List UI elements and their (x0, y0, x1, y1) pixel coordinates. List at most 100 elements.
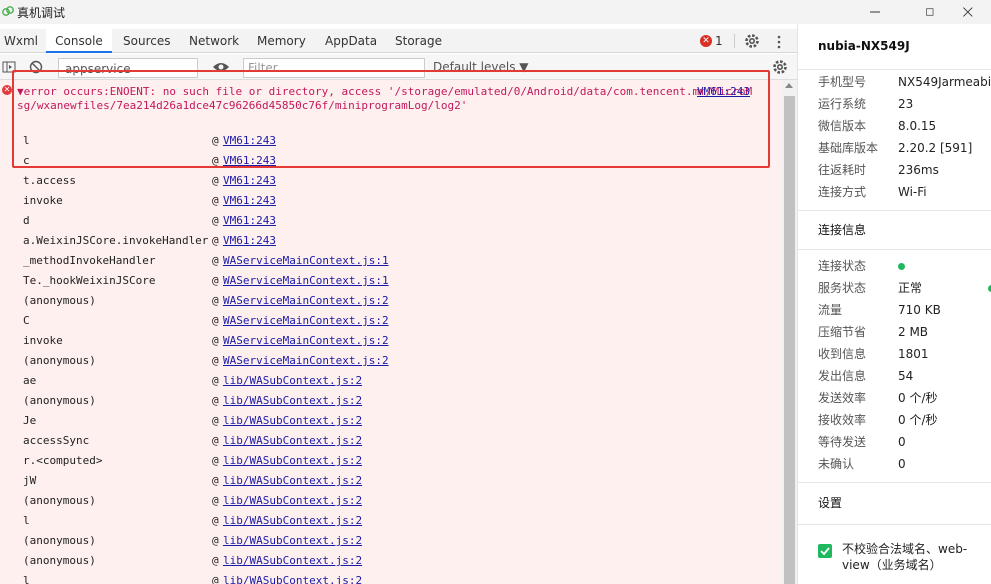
stack-frame-location-link[interactable]: lib/WASubContext.js:2 (223, 571, 362, 584)
stack-frame-at: @ (212, 354, 219, 367)
stack-frame-location-link[interactable]: WAServiceMainContext.js:2 (223, 331, 389, 351)
eye-icon[interactable] (212, 60, 230, 74)
scroll-up-icon[interactable] (785, 83, 793, 88)
stack-frame-row: Te._hookWeixinJSCore @ WAServiceMainContex… (0, 271, 782, 291)
stack-frame-function: Je (23, 414, 37, 427)
title-bar: 真机调试 (0, 0, 991, 24)
stack-frame-location-link[interactable]: WAServiceMainContext.js:2 (223, 311, 389, 331)
devtools-tab-bar: Wxml Console Sources Network Memory AppD… (0, 29, 797, 53)
stack-frame-location-link[interactable]: VM61:243 (223, 231, 276, 251)
stack-frame-row: d @ VM61:243 (0, 211, 782, 231)
info-value: Wi-Fi (898, 185, 927, 199)
stack-frame-location-link[interactable]: VM61:243 (223, 191, 276, 211)
stack-frame-row: Je @ lib/WASubContext.js:2 (0, 411, 782, 431)
stack-frame-function: (anonymous) (23, 354, 96, 367)
stack-frame-location-link[interactable]: VM61:243 (223, 211, 276, 231)
stack-frame-row: (anonymous) @ lib/WASubContext.js:2 (0, 491, 782, 511)
stack-frame-function: t.access (23, 174, 76, 187)
stack-frame-location-link[interactable]: lib/WASubContext.js:2 (223, 411, 362, 431)
stack-frame-location-link[interactable]: lib/WASubContext.js:2 (223, 511, 362, 531)
info-key: 发送效率 (818, 391, 867, 405)
tab-wxml[interactable]: Wxml (4, 29, 38, 53)
stack-frame-location-link[interactable]: WAServiceMainContext.js:1 (223, 271, 389, 291)
stack-frame-location-link[interactable]: lib/WASubContext.js:2 (223, 391, 362, 411)
stack-frame-at: @ (212, 174, 219, 187)
stack-frame-location-link[interactable]: lib/WASubContext.js:2 (223, 551, 362, 571)
window-title: 真机调试 (17, 6, 66, 20)
stack-trace: l @ VM61:243 c @ VM61:243 t.access @ VM61:243 inv… (0, 131, 782, 584)
stack-frame-at: @ (212, 514, 219, 527)
info-value: 2 MB (898, 325, 929, 339)
stack-frame-location-link[interactable]: lib/WASubContext.js:2 (223, 491, 362, 511)
stack-frame-row: _methodInvokeHandler @ WAServiceMainContex… (0, 251, 782, 271)
stack-frame-function: l (23, 574, 30, 584)
error-count-badge[interactable]: ✕ 1 (700, 34, 728, 48)
tab-network[interactable]: Network (189, 29, 239, 53)
stack-frame-location-link[interactable]: VM61:243 (223, 131, 276, 151)
stack-frame-function: d (23, 214, 30, 227)
info-value: 正常 (898, 281, 923, 295)
error-message[interactable]: ▼error occurs:ENOENT: no such file or di… (17, 85, 757, 113)
console-settings-gear-icon[interactable] (771, 58, 789, 76)
stack-frame-function: accessSync (23, 434, 90, 447)
info-value: 0 (898, 457, 906, 471)
stack-frame-location-link[interactable]: lib/WASubContext.js:2 (223, 471, 362, 491)
console-output[interactable]: ✕ ▼error occurs:ENOENT: no such file or … (0, 80, 782, 584)
info-key: 等待发送 (818, 435, 867, 449)
tab-console[interactable]: Console (46, 29, 112, 53)
stack-frame-location-link[interactable]: lib/WASubContext.js:2 (223, 431, 362, 451)
info-row: 连接方式 Wi-Fi (818, 181, 991, 203)
stack-frame-function: ae (23, 374, 37, 387)
stack-frame-function: a.WeixinJSCore.invokeHandler (23, 234, 209, 247)
clear-console-icon[interactable] (29, 60, 43, 74)
stack-frame-function: l (23, 134, 30, 147)
info-key: 收到信息 (818, 347, 867, 361)
settings-gear-icon[interactable] (743, 32, 761, 50)
tab-appdata[interactable]: AppData (325, 29, 377, 53)
info-key: 服务状态 (818, 281, 867, 295)
stack-frame-location-link[interactable]: VM61:243 (223, 151, 276, 171)
stack-frame-function: C (23, 314, 30, 327)
stack-frame-location-link[interactable]: lib/WASubContext.js:2 (223, 531, 362, 551)
skip-domain-check-label[interactable]: 不校验合法域名、web-view（业务域名） (842, 541, 986, 573)
maximize-icon[interactable] (920, 0, 950, 24)
minimize-icon[interactable] (852, 0, 898, 24)
more-options-icon[interactable] (776, 35, 782, 49)
info-row: 收到信息 1801 (818, 343, 991, 365)
info-row: 往返耗时 236ms (818, 159, 991, 181)
stack-frame-location-link[interactable]: WAServiceMainContext.js:2 (223, 351, 389, 371)
stack-frame-location-link[interactable]: WAServiceMainContext.js:1 (223, 251, 389, 271)
stack-frame-at: @ (212, 494, 219, 507)
tab-memory[interactable]: Memory (257, 29, 306, 53)
stack-frame-at: @ (212, 394, 219, 407)
stack-frame-location-link[interactable]: lib/WASubContext.js:2 (223, 451, 362, 471)
info-key: 基础库版本 (818, 141, 879, 155)
filter-input[interactable]: Filter (243, 58, 425, 78)
stack-frame-location-link[interactable]: VM61:243 (223, 171, 276, 191)
info-value: 23 (898, 97, 914, 111)
scroll-thumb[interactable] (784, 96, 795, 584)
stack-frame-location-link[interactable]: lib/WASubContext.js:2 (223, 371, 362, 391)
skip-domain-check-checkbox[interactable] (818, 544, 832, 558)
error-source-link[interactable]: VM61:243 (697, 85, 750, 98)
stack-frame-function: jW (23, 474, 37, 487)
close-icon[interactable] (950, 0, 991, 24)
console-scrollbar[interactable] (782, 80, 797, 584)
stack-frame-location-link[interactable]: WAServiceMainContext.js:2 (223, 291, 389, 311)
stack-frame-function: r.<computed> (23, 454, 103, 467)
stack-frame-at: @ (212, 134, 219, 147)
app-logo-icon (2, 6, 14, 16)
toggle-sidebar-icon[interactable] (2, 60, 16, 74)
context-select[interactable]: appservice (58, 58, 198, 78)
stack-frame-function: (anonymous) (23, 534, 96, 547)
info-row: 基础库版本 2.20.2 [591] (818, 137, 991, 159)
info-value: 0 个/秒 (898, 413, 938, 427)
stack-frame-row: l @ lib/WASubContext.js:2 (0, 511, 782, 531)
tab-sources[interactable]: Sources (123, 29, 170, 53)
info-key: 未确认 (818, 457, 855, 471)
stack-frame-at: @ (212, 234, 219, 247)
log-levels-dropdown[interactable]: Default levels ▼ (433, 60, 529, 74)
toolbar-divider (734, 34, 735, 48)
device-name: nubia-NX549J (818, 39, 910, 53)
tab-storage[interactable]: Storage (395, 29, 442, 53)
